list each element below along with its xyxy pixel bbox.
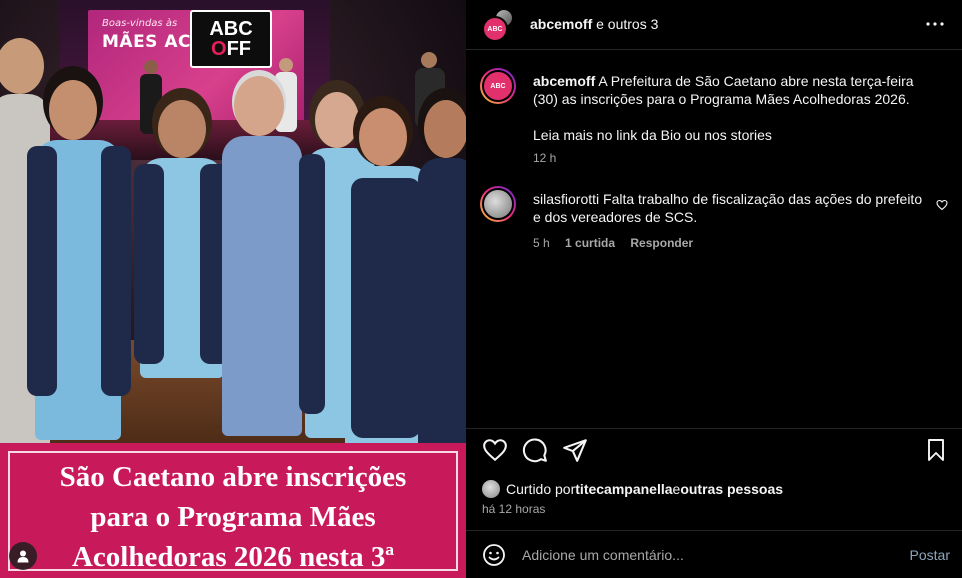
bookmark-icon[interactable] [924, 437, 950, 463]
caption-text: São Caetano abre inscrições para o Progr… [10, 457, 456, 577]
author-avatars[interactable]: ABC [482, 8, 518, 42]
caption-comment: ABC abcemoff A Prefeitura de São Caetano… [466, 66, 962, 176]
comment-text: silasfiorotti Falta trabalho de fiscaliz… [533, 190, 933, 226]
coauthors-text[interactable]: e outros 3 [592, 16, 658, 32]
comment-time[interactable]: 12 h [533, 151, 556, 165]
post-media[interactable]: Boas-vindas às MÃES ACOLHE ABC OFF São C… [0, 0, 466, 578]
likes-middle: e [672, 481, 681, 497]
image-caption: São Caetano abre inscrições para o Progr… [0, 443, 466, 578]
comment-like-icon[interactable] [936, 198, 950, 212]
reply-button[interactable]: Responder [630, 236, 693, 250]
heart-icon[interactable] [482, 437, 508, 463]
comment-likes[interactable]: 1 curtida [565, 236, 615, 250]
comment-username[interactable]: abcemoff [533, 73, 595, 89]
comment-input[interactable] [522, 543, 892, 567]
add-comment-bar: Postar [466, 530, 962, 578]
comment-text-2: Leia mais no link da Bio ou nos stories [533, 127, 772, 143]
caption-line-2: para o Programa Mães [90, 501, 376, 533]
post-photo: Boas-vindas às MÃES ACOLHE ABC OFF [0, 0, 466, 443]
more-icon[interactable] [922, 12, 948, 36]
post-sidebar: ABC abcemoff e outros 3 ABC abcemoff A P… [466, 0, 962, 578]
avatar[interactable]: ABC [480, 68, 516, 104]
caption-line-3: Acolhedoras 2026 nesta 3ª [71, 541, 395, 573]
comment-meta: 12 h [533, 151, 568, 165]
likes-summary: Curtido por titecampanella e outras pess… [482, 480, 783, 498]
avatar: ABC [482, 16, 508, 42]
post-time[interactable]: há 12 horas [482, 502, 545, 516]
logo-line-2-rest: FF [226, 38, 251, 60]
banner-line-1: Boas-vindas às [102, 18, 178, 29]
likes-prefix: Curtido por [506, 481, 576, 497]
avatar-text: ABC [482, 70, 514, 102]
caption-line-1: São Caetano abre inscrições [59, 461, 407, 493]
logo-line-1: ABC [209, 18, 253, 40]
post-button[interactable]: Postar [910, 547, 950, 563]
logo-power-letter: O [211, 38, 227, 60]
comment: silasfiorotti Falta trabalho de fiscaliz… [466, 186, 962, 256]
avatar[interactable] [480, 186, 516, 222]
logo-line-2: OFF [211, 39, 251, 59]
action-bar [466, 428, 962, 470]
likes-user[interactable]: titecampanella [575, 481, 672, 497]
emoji-icon[interactable] [482, 543, 506, 567]
user-tag-icon[interactable] [9, 542, 37, 570]
header-title: abcemoff e outros 3 [530, 16, 658, 32]
comment-username[interactable]: silasfiorotti [533, 191, 599, 207]
comment-text: abcemoff A Prefeitura de São Caetano abr… [533, 72, 933, 108]
comment-meta: 5 h 1 curtida Responder [533, 236, 705, 250]
comment-time[interactable]: 5 h [533, 236, 550, 250]
avatar [482, 480, 500, 498]
comment-icon[interactable] [522, 437, 548, 463]
share-icon[interactable] [562, 437, 588, 463]
likes-others[interactable]: outras pessoas [680, 481, 783, 497]
author-username[interactable]: abcemoff [530, 16, 592, 32]
abc-off-logo: ABC OFF [190, 10, 272, 68]
avatar-image [482, 188, 514, 220]
post-header: ABC abcemoff e outros 3 [466, 0, 962, 50]
